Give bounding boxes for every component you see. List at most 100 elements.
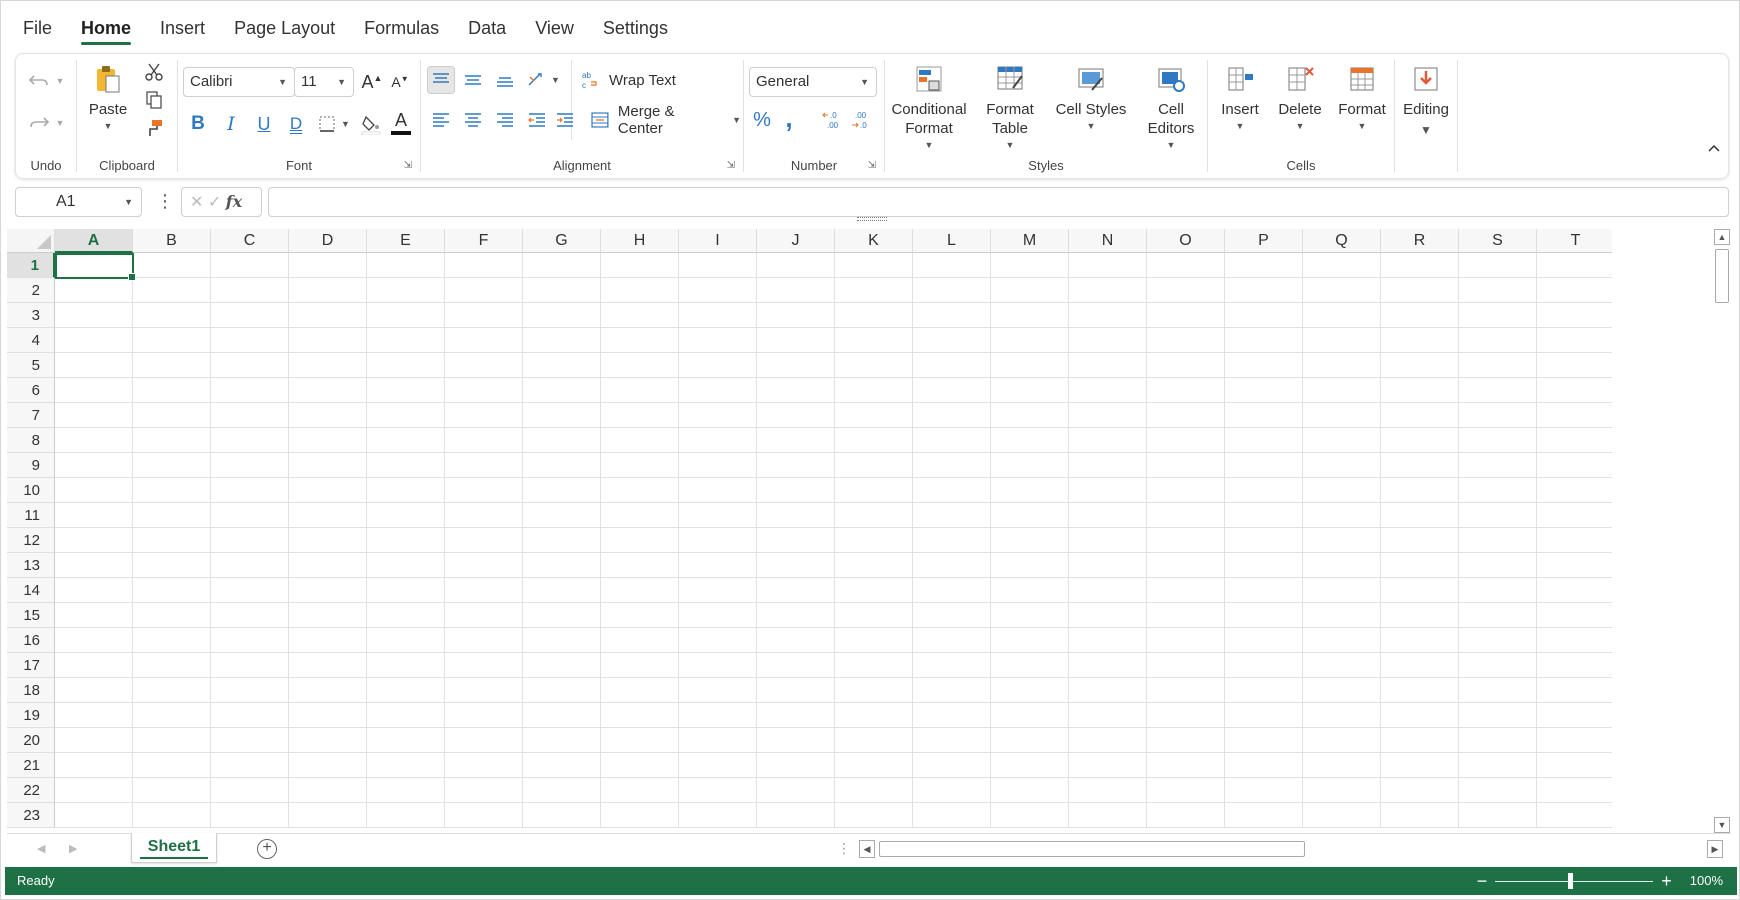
column-header-t[interactable]: T [1537, 229, 1612, 253]
cell-n5[interactable] [1069, 353, 1147, 378]
column-header-n[interactable]: N [1069, 229, 1147, 253]
cell-h13[interactable] [601, 553, 679, 578]
cell-q12[interactable] [1303, 528, 1381, 553]
cell-p19[interactable] [1225, 703, 1303, 728]
cell-a7[interactable] [55, 403, 133, 428]
cell-c14[interactable] [211, 578, 289, 603]
cell-m10[interactable] [991, 478, 1069, 503]
cell-n4[interactable] [1069, 328, 1147, 353]
cell-b23[interactable] [133, 803, 211, 828]
cell-c3[interactable] [211, 303, 289, 328]
cell-i6[interactable] [679, 378, 757, 403]
cell-q1[interactable] [1303, 253, 1381, 278]
cell-c22[interactable] [211, 778, 289, 803]
cell-c23[interactable] [211, 803, 289, 828]
cell-i21[interactable] [679, 753, 757, 778]
cell-e8[interactable] [367, 428, 445, 453]
cell-t12[interactable] [1537, 528, 1612, 553]
cell-b11[interactable] [133, 503, 211, 528]
cell-k17[interactable] [835, 653, 913, 678]
tab-page-layout[interactable]: Page Layout [234, 1, 335, 53]
cell-s5[interactable] [1459, 353, 1537, 378]
cell-r17[interactable] [1381, 653, 1459, 678]
cell-e1[interactable] [367, 253, 445, 278]
cell-l22[interactable] [913, 778, 991, 803]
cell-f12[interactable] [445, 528, 523, 553]
row-header-3[interactable]: 3 [7, 303, 55, 328]
row-header-5[interactable]: 5 [7, 353, 55, 378]
cell-q21[interactable] [1303, 753, 1381, 778]
cell-r9[interactable] [1381, 453, 1459, 478]
cell-b5[interactable] [133, 353, 211, 378]
cell-a19[interactable] [55, 703, 133, 728]
cell-q22[interactable] [1303, 778, 1381, 803]
cell-p10[interactable] [1225, 478, 1303, 503]
cell-b2[interactable] [133, 278, 211, 303]
align-left-button[interactable] [427, 106, 455, 134]
cell-q8[interactable] [1303, 428, 1381, 453]
cell-e23[interactable] [367, 803, 445, 828]
cell-a1[interactable] [55, 253, 133, 278]
cell-k16[interactable] [835, 628, 913, 653]
cell-t11[interactable] [1537, 503, 1612, 528]
column-header-c[interactable]: C [211, 229, 289, 253]
cell-d18[interactable] [289, 678, 367, 703]
cell-r23[interactable] [1381, 803, 1459, 828]
number-dialog-launcher-icon[interactable]: ⇲ [868, 160, 876, 171]
bold-button[interactable]: B [186, 110, 210, 138]
cell-b22[interactable] [133, 778, 211, 803]
cell-t20[interactable] [1537, 728, 1612, 753]
cell-c2[interactable] [211, 278, 289, 303]
cell-t2[interactable] [1537, 278, 1612, 303]
cell-d20[interactable] [289, 728, 367, 753]
cell-o23[interactable] [1147, 803, 1225, 828]
column-header-m[interactable]: M [991, 229, 1069, 253]
cell-b15[interactable] [133, 603, 211, 628]
cell-o7[interactable] [1147, 403, 1225, 428]
cell-p2[interactable] [1225, 278, 1303, 303]
cell-h1[interactable] [601, 253, 679, 278]
cell-n1[interactable] [1069, 253, 1147, 278]
cell-s19[interactable] [1459, 703, 1537, 728]
cell-h20[interactable] [601, 728, 679, 753]
cell-q9[interactable] [1303, 453, 1381, 478]
cell-d17[interactable] [289, 653, 367, 678]
cell-q5[interactable] [1303, 353, 1381, 378]
cell-s4[interactable] [1459, 328, 1537, 353]
sheet-tab-sheet1[interactable]: Sheet1 [131, 833, 217, 863]
format-painter-button[interactable] [141, 116, 167, 140]
cell-p7[interactable] [1225, 403, 1303, 428]
row-header-8[interactable]: 8 [7, 428, 55, 453]
cell-k19[interactable] [835, 703, 913, 728]
cell-a4[interactable] [55, 328, 133, 353]
row-header-17[interactable]: 17 [7, 653, 55, 678]
percent-style-button[interactable]: % [750, 106, 774, 134]
column-header-e[interactable]: E [367, 229, 445, 253]
cell-b14[interactable] [133, 578, 211, 603]
cell-r1[interactable] [1381, 253, 1459, 278]
cell-r20[interactable] [1381, 728, 1459, 753]
cell-h3[interactable] [601, 303, 679, 328]
cell-f9[interactable] [445, 453, 523, 478]
cell-d2[interactable] [289, 278, 367, 303]
row-header-13[interactable]: 13 [7, 553, 55, 578]
undo-button[interactable]: ▼ [24, 68, 68, 94]
cell-t9[interactable] [1537, 453, 1612, 478]
align-bottom-button[interactable] [491, 66, 519, 94]
cell-l10[interactable] [913, 478, 991, 503]
cell-i22[interactable] [679, 778, 757, 803]
cell-j14[interactable] [757, 578, 835, 603]
cell-k9[interactable] [835, 453, 913, 478]
cell-m1[interactable] [991, 253, 1069, 278]
cell-l6[interactable] [913, 378, 991, 403]
cell-i20[interactable] [679, 728, 757, 753]
cell-a9[interactable] [55, 453, 133, 478]
cell-d1[interactable] [289, 253, 367, 278]
cell-h6[interactable] [601, 378, 679, 403]
cell-p1[interactable] [1225, 253, 1303, 278]
decrease-indent-button[interactable] [523, 106, 551, 134]
cell-m14[interactable] [991, 578, 1069, 603]
row-header-14[interactable]: 14 [7, 578, 55, 603]
cell-h15[interactable] [601, 603, 679, 628]
cell-i4[interactable] [679, 328, 757, 353]
